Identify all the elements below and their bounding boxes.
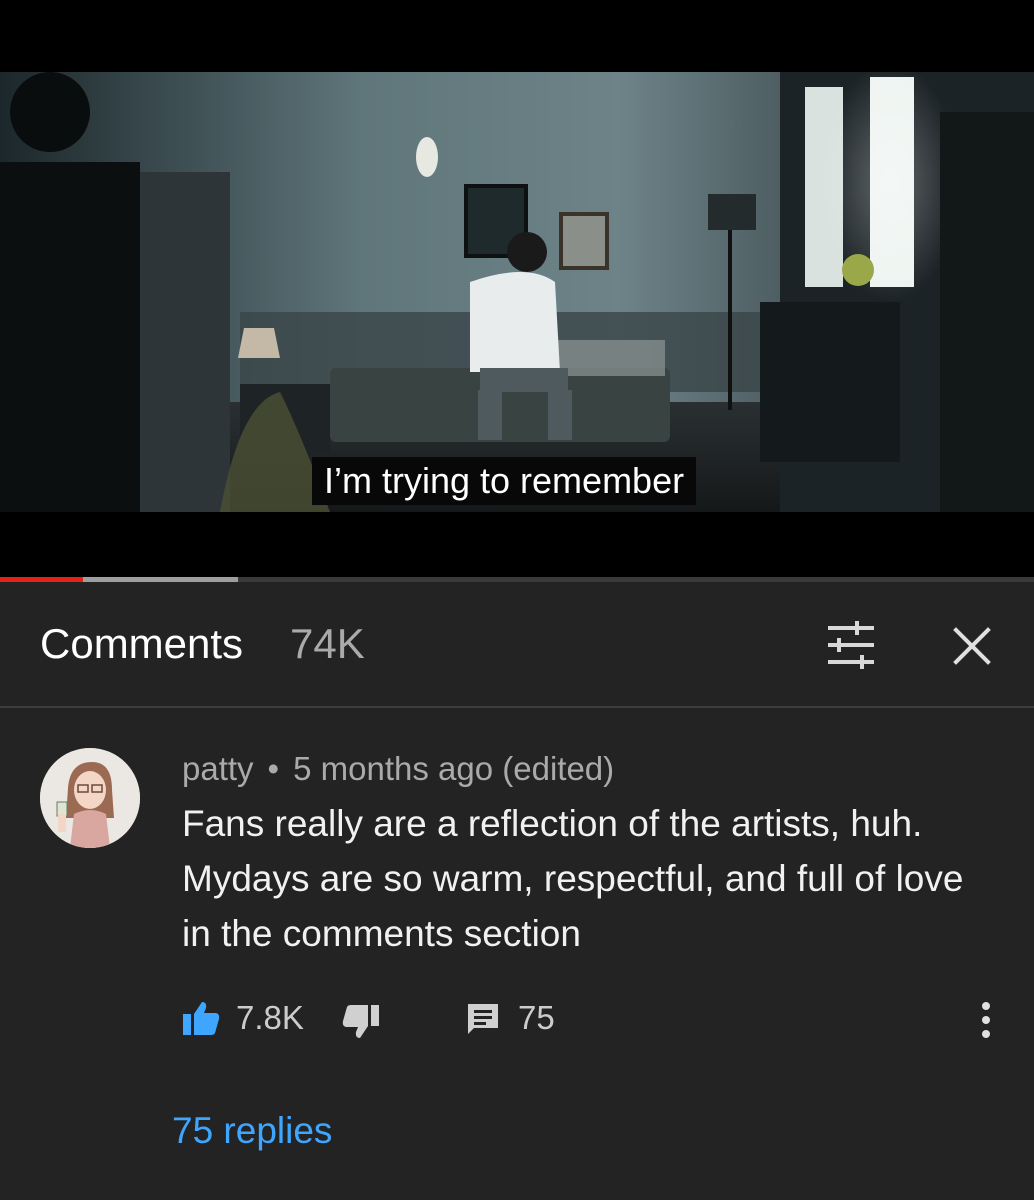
avatar[interactable] [40, 748, 140, 848]
comment-text: Fans really are a reflection of the arti… [182, 803, 964, 954]
video-still-image [0, 72, 1034, 512]
comments-header: Comments 74K [0, 582, 1034, 708]
video-frame[interactable] [0, 72, 1034, 512]
comment-time: 5 months ago (edited) [293, 750, 615, 787]
comment-author[interactable]: patty [182, 750, 254, 787]
reply-comment-icon[interactable] [466, 1002, 500, 1036]
comments-panel: Comments 74K patty • 5 months ago (edite… [0, 582, 1034, 1200]
comment-actions: 7.8K 75 [182, 998, 1012, 1042]
avatar-illustration-icon [40, 748, 140, 848]
thumbs-up-icon[interactable] [182, 1000, 220, 1036]
comments-count: 74K [290, 620, 365, 667]
view-replies-link[interactable]: 75 replies [172, 1110, 332, 1152]
comment-meta: patty • 5 months ago (edited) [182, 750, 614, 788]
thumbs-down-icon[interactable] [342, 1004, 380, 1040]
close-icon[interactable] [948, 622, 996, 670]
meta-separator: • [267, 750, 280, 787]
comment-item: patty • 5 months ago (edited) Fans really … [0, 710, 1034, 1200]
more-options-icon[interactable] [974, 998, 998, 1042]
sort-sliders-icon[interactable] [824, 620, 878, 670]
reply-count: 75 [518, 999, 555, 1036]
video-player[interactable]: I’m trying to remember [0, 0, 1034, 578]
like-count: 7.8K [236, 999, 304, 1036]
video-caption: I’m trying to remember [312, 457, 697, 505]
comments-title: Comments [40, 620, 244, 667]
